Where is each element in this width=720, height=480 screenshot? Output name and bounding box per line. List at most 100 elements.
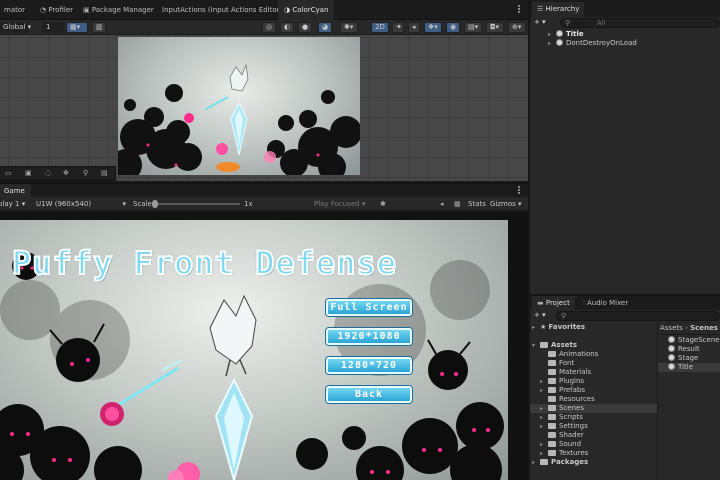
camera-dropdown[interactable]: ◘▾: [486, 22, 504, 33]
project-search-input[interactable]: ⚲: [556, 311, 720, 321]
lighting-toggle[interactable]: ✦: [392, 22, 404, 33]
folder-materials[interactable]: Materials: [540, 368, 591, 377]
assets-root-item[interactable]: ▾ Assets: [532, 341, 577, 350]
shading-shaded-button[interactable]: ◐: [280, 22, 294, 33]
plus-icon: +: [534, 18, 540, 26]
layout-tool-icon[interactable]: ▤: [101, 169, 108, 177]
move-tool-icon[interactable]: ✥: [63, 169, 69, 177]
expand-arrow-icon[interactable]: ▸: [540, 377, 548, 386]
folder-scripts[interactable]: ▸ Scripts: [540, 413, 583, 422]
packages-item[interactable]: ▸ Packages: [532, 458, 588, 467]
render-mode-dropdown[interactable]: ✺▾: [340, 22, 358, 33]
expand-arrow-icon[interactable]: ▸: [540, 422, 548, 431]
packages-label: Packages: [551, 458, 589, 466]
visibility-toggle[interactable]: ◉: [446, 22, 460, 33]
display-dropdown[interactable]: play 1 ▾: [0, 199, 25, 209]
bug-icon[interactable]: ✱: [380, 199, 386, 209]
hierarchy-item-dontdestroyonload[interactable]: ▸ DontDestroyOnLoad: [548, 39, 637, 48]
shading-wire-button[interactable]: ◎: [262, 22, 276, 33]
expand-arrow-icon[interactable]: ▸: [532, 323, 540, 332]
layers-dropdown[interactable]: ▤▾: [464, 22, 482, 33]
collapse-arrow-icon[interactable]: ▾: [532, 341, 540, 350]
expand-arrow-icon[interactable]: ▸: [540, 449, 548, 458]
tab-package-manager[interactable]: ▣ Package Manager: [77, 0, 160, 20]
shortcuts-icon[interactable]: ▦: [454, 199, 461, 209]
space-dropdown[interactable]: Global ▾: [0, 22, 32, 33]
grid-snap-button[interactable]: ▦▾: [66, 22, 88, 33]
rotate-tool-icon[interactable]: ◌: [45, 169, 51, 177]
expand-arrow-icon[interactable]: ▸: [540, 404, 548, 413]
expand-arrow-icon[interactable]: ▸: [548, 39, 556, 48]
scale-slider[interactable]: [152, 200, 240, 208]
folder-scenes[interactable]: ▸ Scenes: [530, 404, 657, 413]
file-stage[interactable]: Stage: [668, 354, 698, 363]
file-title[interactable]: Title: [658, 363, 720, 372]
mute-audio-icon[interactable]: ◂: [440, 199, 444, 209]
folder-shader[interactable]: Shader: [540, 431, 584, 440]
favorites-item[interactable]: ▸ ★ Favorites: [532, 323, 585, 332]
stats-button[interactable]: Stats: [468, 199, 486, 209]
game-menu-icon[interactable]: [518, 186, 520, 196]
expand-arrow-icon[interactable]: ▸: [540, 386, 548, 395]
search-icon[interactable]: ⚲: [83, 169, 88, 177]
tab-project[interactable]: ▬ Project: [532, 296, 575, 310]
grid-size-field[interactable]: 1: [42, 22, 64, 33]
gizmos-button[interactable]: Gizmos ▾: [490, 199, 522, 209]
project-tab-bar: ▬ Project ⫶ Audio Mixer: [530, 296, 720, 310]
audio-toggle[interactable]: ◂: [408, 22, 420, 33]
expand-arrow-icon[interactable]: ▸: [540, 440, 548, 449]
back-button[interactable]: Back: [326, 386, 412, 403]
shading-solid-button[interactable]: ●: [298, 22, 312, 33]
file-stagescene[interactable]: StageScene: [668, 336, 720, 345]
folder-sound[interactable]: ▸ Sound: [540, 440, 581, 449]
folder-resources[interactable]: Resources: [540, 395, 595, 404]
tab-game[interactable]: Game: [0, 184, 31, 198]
hierarchy-search-input[interactable]: ⚲ All: [560, 18, 720, 28]
expand-arrow-icon[interactable]: ▸: [532, 458, 540, 467]
project-splitter[interactable]: [657, 323, 658, 480]
add-object-button[interactable]: + ▾: [534, 17, 546, 28]
resolution-1280-button[interactable]: 1280*720: [326, 357, 412, 374]
tab-input-actions[interactable]: InputActions (Input Actions Editor): [156, 0, 288, 20]
folder-animations[interactable]: Animations: [540, 350, 598, 359]
tab-label: Package Manager: [91, 6, 154, 14]
folder-prefabs[interactable]: ▸ Prefabs: [540, 386, 585, 395]
scene-view[interactable]: ▭ ▣ ◌ ✥ ⚲ ▤: [0, 35, 528, 181]
game-toolbar: play 1 ▾ U1W (960x540) ▾ Scale 1x Play Fo…: [0, 197, 528, 211]
tab-audio-mixer[interactable]: ⫶ Audio Mixer: [578, 296, 633, 310]
tab-animator[interactable]: mator: [0, 0, 31, 20]
tab-label: Profiler: [48, 6, 73, 14]
tab-profiler[interactable]: ◔ Profiler: [34, 0, 79, 20]
tab-hierarchy[interactable]: ☰ Hierarchy: [532, 2, 585, 17]
resolution-dropdown[interactable]: U1W (960x540) ▾: [36, 199, 126, 209]
rect-tool-icon[interactable]: ▣: [25, 169, 32, 177]
expand-arrow-icon[interactable]: ▸: [540, 413, 548, 422]
snap-button[interactable]: ▥: [92, 22, 106, 33]
folder-settings[interactable]: ▸ Settings: [540, 422, 588, 431]
hierarchy-item-title[interactable]: ▸ Title: [548, 30, 584, 39]
chevron-down-icon: ▾: [542, 18, 546, 26]
folder-textures[interactable]: ▸ Textures: [540, 449, 588, 458]
package-icon: ▣: [83, 6, 90, 14]
file-result[interactable]: Result: [668, 345, 700, 354]
2d-mode-button[interactable]: 2D: [371, 22, 389, 33]
create-asset-button[interactable]: + ▾: [534, 310, 546, 321]
game-view[interactable]: Puffy Front Defense Full Screen 1920*108…: [0, 212, 528, 480]
breadcrumb-scenes[interactable]: Scenes: [690, 324, 718, 332]
shading-lit-button[interactable]: ◕: [318, 22, 332, 33]
breadcrumb-assets[interactable]: Assets: [660, 324, 683, 332]
gizmos-dropdown[interactable]: ⊕▾: [508, 22, 526, 33]
tab-colorcyan[interactable]: ◑ ColorCyan: [278, 0, 335, 20]
expand-arrow-icon[interactable]: ▸: [548, 30, 556, 39]
scene-icon: [668, 345, 675, 352]
play-focused-dropdown[interactable]: Play Focused ▾: [314, 199, 365, 209]
full-screen-button[interactable]: Full Screen: [326, 299, 412, 316]
effects-dropdown[interactable]: ❖▾: [424, 22, 442, 33]
view-tool-icon[interactable]: ▭: [5, 169, 12, 177]
tab-menu-icon[interactable]: [518, 5, 520, 15]
chevron-down-icon: ▾: [27, 23, 32, 31]
scale-slider-handle[interactable]: [152, 200, 158, 208]
folder-plugins[interactable]: ▸ Plugins: [540, 377, 584, 386]
resolution-1920-button[interactable]: 1920*1080: [326, 328, 412, 345]
folder-font[interactable]: Font: [540, 359, 574, 368]
